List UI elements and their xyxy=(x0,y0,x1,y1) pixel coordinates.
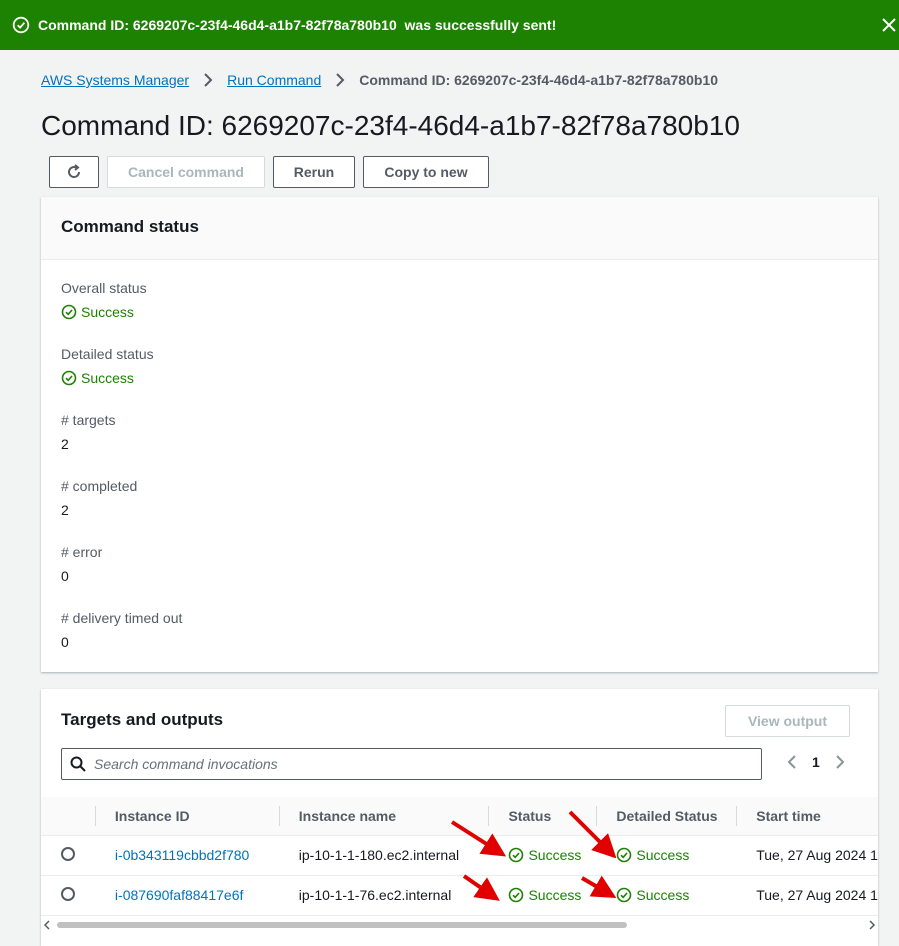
table-row[interactable]: i-0b343119cbbd2f780 ip-10-1-1-180.ec2.in… xyxy=(41,835,878,876)
copy-to-new-button[interactable]: Copy to new xyxy=(363,156,489,188)
success-flash: Command ID: 6269207c-23f4-46d4-a1b7-82f7… xyxy=(0,0,899,50)
breadcrumb-current: Command ID: 6269207c-23f4-46d4-a1b7-82f7… xyxy=(359,72,718,88)
success-icon xyxy=(61,370,77,386)
start-time: Tue, 27 Aug 2024 1 xyxy=(736,875,878,916)
instance-id-link[interactable]: i-0b343119cbbd2f780 xyxy=(115,847,249,863)
chevron-right-icon[interactable] xyxy=(834,754,846,770)
action-bar: Cancel command Rerun Copy to new xyxy=(49,156,497,188)
error-count-field: # error 0 xyxy=(61,544,102,584)
status-badge: Success xyxy=(508,887,596,903)
error-count-label: # error xyxy=(61,544,103,560)
targets-outputs-title: Targets and outputs xyxy=(61,710,224,729)
column-status[interactable]: Status xyxy=(488,797,597,836)
completed-count-value: 2 xyxy=(61,502,69,518)
status-text: Success xyxy=(528,847,582,863)
column-instance-name-label: Instance name xyxy=(298,807,397,824)
check-circle-icon xyxy=(12,16,30,34)
row-radio[interactable] xyxy=(61,886,75,901)
refresh-icon xyxy=(68,164,81,178)
table-row[interactable]: i-087690faf88417e6f ip-10-1-1-76.ec2.int… xyxy=(41,875,878,916)
horizontal-scrollbar[interactable] xyxy=(41,916,878,934)
command-status-panel: Command status Overall status Success De… xyxy=(41,197,878,672)
chevron-right-icon xyxy=(204,73,213,87)
detailed-status-badge: Success xyxy=(616,847,736,863)
flash-message: Command ID: 6269207c-23f4-46d4-a1b7-82f7… xyxy=(38,17,557,33)
chevron-left-icon[interactable] xyxy=(786,754,798,770)
overall-status-text: Success xyxy=(81,304,134,320)
instance-name: ip-10-1-1-76.ec2.internal xyxy=(278,875,489,916)
search-icon xyxy=(70,756,86,772)
status-badge: Success xyxy=(508,847,596,863)
targets-count-label: # targets xyxy=(61,412,116,428)
column-detailed-status-label: Detailed Status xyxy=(616,807,718,824)
column-instance-name[interactable]: Instance name xyxy=(278,797,489,836)
detailed-status-text: Success xyxy=(81,370,134,386)
search-input[interactable]: Search command invocations xyxy=(61,748,762,780)
pagination: 1 xyxy=(786,754,846,770)
page-title: Command ID: 6269207c-23f4-46d4-a1b7-82f7… xyxy=(41,110,740,141)
breadcrumb-run-command[interactable]: Run Command xyxy=(227,72,321,88)
detailed-status-text: Success xyxy=(636,887,690,903)
close-icon[interactable] xyxy=(879,15,899,35)
overall-status-value: Success xyxy=(61,304,147,320)
detailed-status-label: Detailed status xyxy=(61,346,154,362)
status-text: Success xyxy=(528,887,582,903)
detailed-status-badge: Success xyxy=(616,887,736,903)
column-start-time-label: Start time xyxy=(756,807,821,824)
detailed-status-text: Success xyxy=(636,847,690,863)
row-radio[interactable] xyxy=(61,846,75,861)
overall-status-field: Overall status Success xyxy=(61,280,147,320)
success-icon xyxy=(61,304,77,320)
column-instance-id-label: Instance ID xyxy=(114,807,190,824)
completed-count-field: # completed 2 xyxy=(61,478,137,518)
success-icon xyxy=(508,847,524,863)
column-detailed-status[interactable]: Detailed Status xyxy=(596,797,737,836)
cancel-command-button[interactable]: Cancel command xyxy=(107,156,265,188)
refresh-button[interactable] xyxy=(49,156,99,188)
breadcrumb-systems-manager[interactable]: AWS Systems Manager xyxy=(41,72,189,88)
success-icon xyxy=(616,887,632,903)
success-icon xyxy=(508,887,524,903)
chevron-right-icon xyxy=(336,73,345,87)
timed-out-count-field: # delivery timed out 0 xyxy=(61,610,182,650)
search-placeholder: Search command invocations xyxy=(94,756,278,772)
invocations-table: Instance ID Instance name Status Detaile… xyxy=(41,797,878,916)
timed-out-count-label: # delivery timed out xyxy=(61,610,183,626)
select-column-header xyxy=(41,797,95,836)
breadcrumb: AWS Systems Manager Run Command Command … xyxy=(41,72,718,88)
table-header-row: Instance ID Instance name Status Detaile… xyxy=(41,797,878,836)
detailed-status-field: Detailed status Success xyxy=(61,346,154,386)
completed-count-label: # completed xyxy=(61,478,138,494)
column-start-time[interactable]: Start time xyxy=(736,797,878,836)
page-number[interactable]: 1 xyxy=(812,754,820,770)
targets-count-value: 2 xyxy=(61,436,69,452)
start-time: Tue, 27 Aug 2024 1 xyxy=(736,835,878,876)
main-content: AWS Systems Manager Run Command Command … xyxy=(0,50,899,946)
success-icon xyxy=(616,847,632,863)
timed-out-count-value: 0 xyxy=(61,634,69,650)
rerun-button[interactable]: Rerun xyxy=(273,156,355,188)
view-output-button[interactable]: View output xyxy=(725,705,850,737)
overall-status-label: Overall status xyxy=(61,280,147,296)
targets-count-field: # targets 2 xyxy=(61,412,115,452)
instance-name: ip-10-1-1-180.ec2.internal xyxy=(278,835,489,876)
column-instance-id[interactable]: Instance ID xyxy=(94,797,279,836)
error-count-value: 0 xyxy=(61,568,69,584)
detailed-status-value: Success xyxy=(61,370,154,386)
instance-id-link[interactable]: i-087690faf88417e6f xyxy=(115,887,243,903)
command-status-title: Command status xyxy=(41,197,878,260)
column-status-label: Status xyxy=(508,807,552,824)
targets-outputs-panel: Targets and outputs View output Search c… xyxy=(41,689,878,946)
